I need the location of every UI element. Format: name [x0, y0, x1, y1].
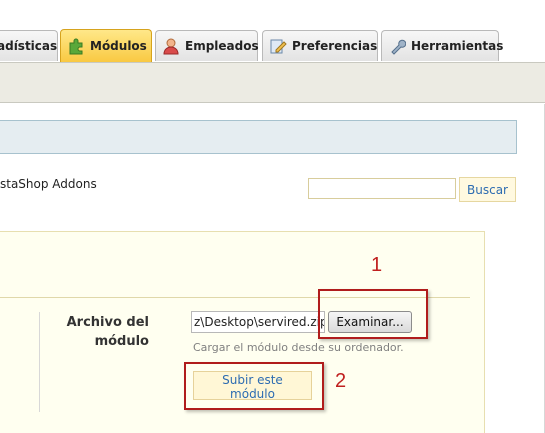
info-bar — [0, 120, 517, 154]
search-button[interactable]: Buscar — [459, 177, 516, 202]
tab-bar: adísticas Módulos Empleados Preferencias… — [0, 0, 545, 62]
tab-label: adísticas — [0, 39, 58, 53]
wrench-icon — [388, 37, 407, 55]
annotation-number-1: 1 — [371, 254, 383, 276]
file-field-label: Archivo del módulo — [67, 313, 149, 351]
tab-modulos[interactable]: Módulos — [60, 29, 152, 62]
label-line-2: módulo — [94, 334, 149, 349]
user-icon — [162, 37, 180, 55]
tab-estadisticas[interactable]: adísticas — [0, 30, 58, 61]
annotation-box-2 — [184, 362, 324, 410]
tab-label: Preferencias — [292, 39, 378, 53]
tab-preferencias[interactable]: Preferencias — [262, 30, 378, 61]
tab-label: Herramientas — [411, 39, 504, 53]
tab-empleados[interactable]: Empleados — [155, 30, 259, 61]
file-path-input[interactable]: z\Desktop\servired.zip — [191, 311, 325, 333]
puzzle-icon — [67, 37, 85, 55]
tab-label: Módulos — [90, 39, 147, 53]
addons-text: staShop Addons — [0, 177, 97, 191]
annotation-box-1 — [318, 289, 428, 339]
toolbar-strip — [0, 62, 545, 103]
pencil-icon — [269, 37, 287, 55]
upload-hint: Cargar el módulo desde su ordenador. — [193, 341, 404, 354]
tab-herramientas[interactable]: Herramientas — [381, 30, 503, 61]
label-line-1: Archivo del — [66, 315, 149, 330]
annotation-number-2: 2 — [335, 370, 347, 392]
search-input[interactable] — [308, 178, 456, 199]
vertical-divider — [39, 312, 40, 412]
tab-label: Empleados — [185, 39, 259, 53]
